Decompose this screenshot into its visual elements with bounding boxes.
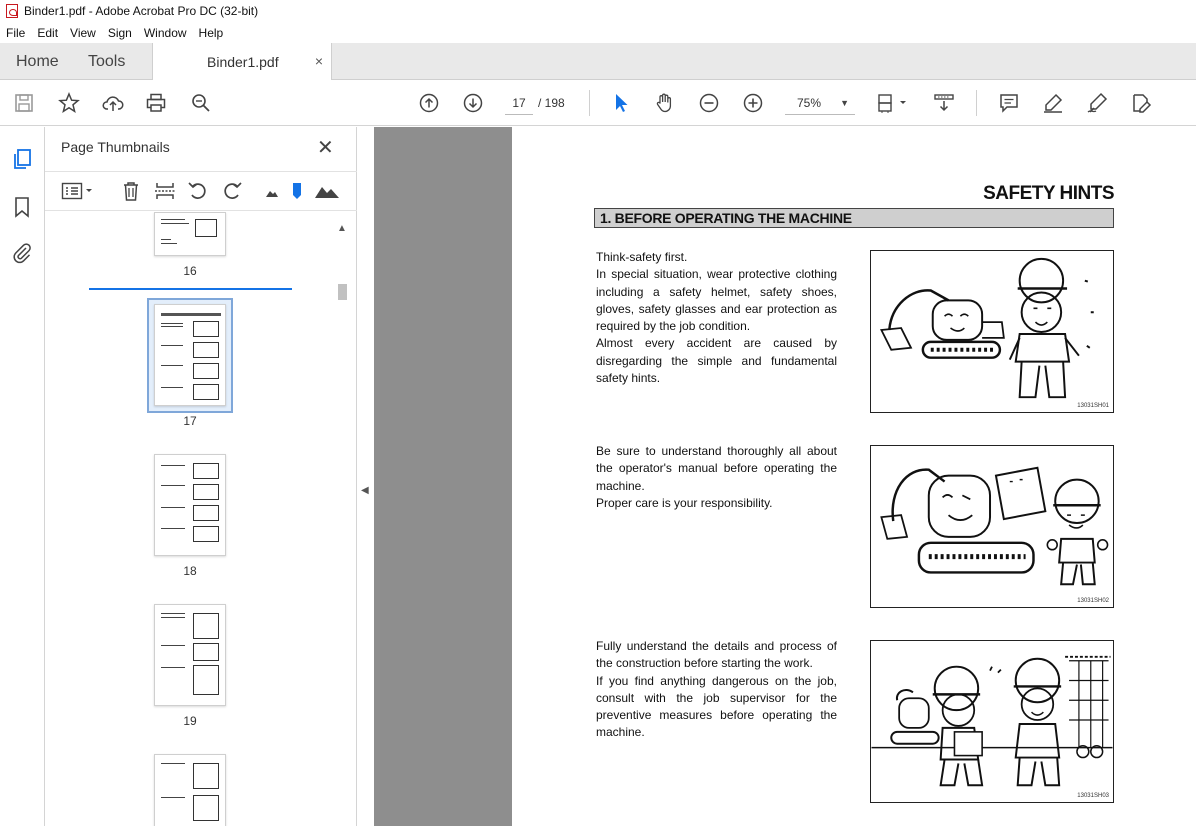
thumbnail-page-18[interactable] xyxy=(154,454,226,556)
tab-bar: Home Tools Binder1.pdf × xyxy=(0,43,1196,81)
figure-code: 13031SH02 xyxy=(1077,598,1109,604)
collapse-panel-icon[interactable]: ◀ xyxy=(361,485,369,496)
next-page-icon[interactable] xyxy=(461,91,485,115)
safety-paragraph: Fully understand the details and process… xyxy=(596,638,837,742)
menu-window[interactable]: Window xyxy=(138,26,193,40)
larger-thumbnails-icon[interactable] xyxy=(314,180,340,202)
highlight-pen-icon[interactable] xyxy=(1041,91,1065,115)
tab-tools[interactable]: Tools xyxy=(88,43,125,80)
paragraph-line: If you find anything dangerous on the jo… xyxy=(596,673,837,740)
tab-home[interactable]: Home xyxy=(16,43,59,80)
chevron-down-icon: ▼ xyxy=(840,98,849,108)
page-thumbnails-icon[interactable] xyxy=(10,147,34,171)
zoom-in-icon[interactable] xyxy=(741,91,765,115)
tab-document[interactable]: Binder1.pdf × xyxy=(152,43,332,81)
rotate-counterclockwise-icon[interactable] xyxy=(187,180,209,202)
thumbnail-list: 16 17 18 19 xyxy=(45,212,335,826)
thumbnail-page-label: 17 xyxy=(183,414,197,428)
zoom-level-select[interactable]: 75% ▼ xyxy=(785,91,855,115)
hand-tool-icon[interactable] xyxy=(653,91,677,115)
thumbnail-scrollbar[interactable]: ▲ xyxy=(335,217,349,826)
fit-page-icon[interactable] xyxy=(876,91,912,115)
menu-help[interactable]: Help xyxy=(193,26,230,40)
scrolling-mode-icon[interactable] xyxy=(932,91,956,115)
paragraph-line: In special situation, wear protective cl… xyxy=(596,267,837,334)
thumbnail-page-20[interactable] xyxy=(154,754,226,826)
window-title: Binder1.pdf - Adobe Acrobat Pro DC (32-b… xyxy=(24,4,259,18)
menu-edit[interactable]: Edit xyxy=(31,26,64,40)
paragraph-line: Proper care is your responsibility. xyxy=(596,495,773,510)
panel-title: Page Thumbnails xyxy=(61,139,170,155)
close-icon[interactable]: ✕ xyxy=(317,135,334,160)
bookmarks-icon[interactable] xyxy=(10,195,34,219)
toolbar-divider xyxy=(976,90,977,116)
zoom-level-value: 75% xyxy=(797,96,822,110)
figure-code: 13031SH03 xyxy=(1077,793,1109,799)
title-bar: Binder1.pdf - Adobe Acrobat Pro DC (32-b… xyxy=(0,0,1196,22)
section-heading: 1. BEFORE OPERATING THE MACHINE xyxy=(594,208,1114,228)
toolbar-divider xyxy=(589,90,590,116)
sign-pen-icon[interactable] xyxy=(1085,91,1109,115)
print-icon[interactable] xyxy=(144,91,168,115)
thumbnail-page-17[interactable] xyxy=(154,304,226,406)
select-cursor-icon[interactable] xyxy=(609,91,633,115)
paragraph-line: Fully understand the details and process… xyxy=(596,639,837,671)
edit-pdf-icon[interactable] xyxy=(1129,91,1153,115)
upload-cloud-icon[interactable] xyxy=(101,91,125,115)
acrobat-app-icon xyxy=(6,4,18,18)
safety-illustration-2: 13031SH02 xyxy=(870,445,1114,608)
comment-icon[interactable] xyxy=(997,91,1021,115)
page-number-input[interactable]: 17 xyxy=(505,91,533,115)
panel-splitter[interactable]: ◀ xyxy=(357,127,374,826)
thumbnail-size-slider[interactable] xyxy=(291,180,303,202)
save-icon[interactable] xyxy=(12,91,36,115)
search-zoom-icon[interactable] xyxy=(189,91,213,115)
document-viewport[interactable]: SAFETY HINTS 1. BEFORE OPERATING THE MAC… xyxy=(374,127,1196,826)
thumbnail-drop-indicator xyxy=(89,288,292,290)
delete-page-icon[interactable] xyxy=(120,180,142,202)
main-toolbar: 17 / 198 75% ▼ xyxy=(0,80,1196,126)
safety-illustration-1: 13031SH01 xyxy=(870,250,1114,413)
zoom-out-icon[interactable] xyxy=(697,91,721,115)
tab-close-icon[interactable]: × xyxy=(315,53,323,69)
thumbnail-page-19[interactable] xyxy=(154,604,226,706)
paragraph-line: Think-safety first. xyxy=(596,250,688,264)
thumbnail-page-label: 19 xyxy=(183,714,197,728)
safety-illustration-3: 13031SH03 xyxy=(870,640,1114,803)
tab-document-label: Binder1.pdf xyxy=(207,54,279,70)
paragraph-line: Almost every accident are caused by disr… xyxy=(596,336,837,386)
attachments-icon[interactable] xyxy=(10,241,34,265)
previous-page-icon[interactable] xyxy=(417,91,441,115)
safety-paragraph: Be sure to understand thoroughly all abo… xyxy=(596,443,837,512)
insert-pages-icon[interactable] xyxy=(154,180,176,202)
smaller-thumbnails-icon[interactable] xyxy=(261,180,283,202)
figure-code: 13031SH01 xyxy=(1077,403,1109,409)
menu-file[interactable]: File xyxy=(0,26,31,40)
paragraph-line: Be sure to understand thoroughly all abo… xyxy=(596,444,837,493)
rotate-clockwise-icon[interactable] xyxy=(221,180,243,202)
options-menu-icon[interactable] xyxy=(61,180,95,202)
menu-bar: File Edit View Sign Window Help xyxy=(0,22,1196,43)
navigation-rail xyxy=(0,127,45,826)
page-heading: SAFETY HINTS xyxy=(983,183,1114,204)
pdf-page: SAFETY HINTS 1. BEFORE OPERATING THE MAC… xyxy=(512,127,1196,826)
menu-view[interactable]: View xyxy=(64,26,102,40)
chevron-up-icon[interactable]: ▲ xyxy=(337,223,347,234)
thumbnail-page-16[interactable] xyxy=(154,212,226,256)
bookmark-star-icon[interactable] xyxy=(57,91,81,115)
thumbnail-page-label: 16 xyxy=(183,264,197,278)
menu-sign[interactable]: Sign xyxy=(102,26,138,40)
page-thumbnails-panel: Page Thumbnails ✕ 16 17 18 19 ▲ xyxy=(45,127,357,826)
thumbnail-toolbar xyxy=(45,171,357,211)
safety-paragraph: Think-safety first. In special situation… xyxy=(596,249,837,387)
thumbnail-page-label: 18 xyxy=(183,564,197,578)
scrollbar-thumb[interactable] xyxy=(338,284,347,300)
page-total: / 198 xyxy=(538,96,565,110)
